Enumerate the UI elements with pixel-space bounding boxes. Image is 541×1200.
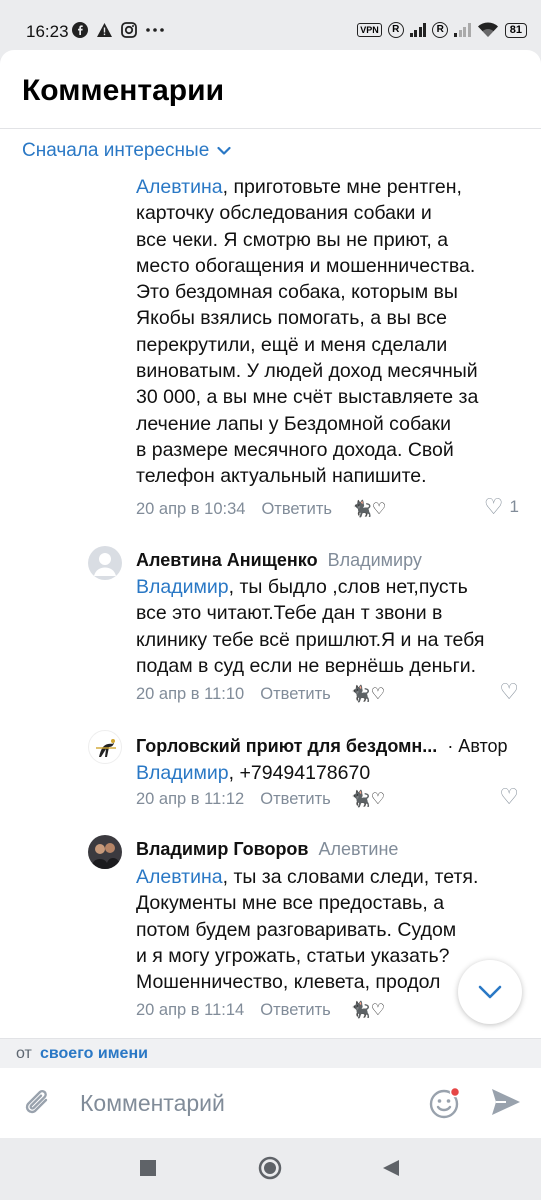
emoji-icon[interactable] [428, 1086, 462, 1120]
comment-meta: 20 апр в 10:34 Ответить 🐈‍⬛♡ [136, 499, 386, 519]
chevron-down-icon [478, 985, 502, 999]
comment-meta: 20 апр в 11:12 Ответить 🐈‍⬛♡ [136, 789, 385, 809]
post-as-prefix: от [16, 1045, 32, 1062]
comment-text: Алевтина, ты за словами следи, тетя. Док… [136, 866, 479, 994]
reply-button[interactable]: Ответить [261, 500, 332, 519]
mention-link[interactable]: Алевтина [136, 176, 223, 198]
comment-meta: 20 апр в 11:10 Ответить 🐈‍⬛♡ [136, 684, 385, 704]
comment-author[interactable]: Владимир Говоров Алевтине [136, 839, 398, 860]
like-button[interactable]: ♡ 1 [484, 496, 519, 518]
home-icon[interactable] [258, 1156, 282, 1180]
like-button[interactable]: ♡ [499, 681, 519, 703]
comment-meta: 20 апр в 11:14 Ответить 🐈‍⬛♡ [136, 1000, 385, 1020]
comment-time: 20 апр в 11:12 [136, 789, 245, 808]
comment-time: 20 апр в 11:14 [136, 1000, 245, 1019]
avatar[interactable] [88, 730, 122, 764]
status-time: 16:23 [26, 22, 69, 41]
comment-time: 20 апр в 11:10 [136, 684, 245, 703]
chevron-down-icon [217, 146, 231, 155]
reply-button[interactable]: Ответить [260, 685, 331, 704]
more-dots-icon [146, 28, 164, 32]
comment-input[interactable]: Комментарий [80, 1090, 225, 1117]
reaction-sticker-icon[interactable]: 🐈‍⬛♡ [351, 1000, 385, 1020]
mention-link[interactable]: Алевтина [136, 866, 223, 888]
vpn-badge: VPN [357, 23, 382, 37]
mention-link[interactable]: Владимир [136, 762, 229, 784]
reply-to: Алевтине [318, 839, 399, 859]
comment-text: Владимир, +79494178670 [136, 762, 371, 784]
sort-label: Сначала интересные [22, 140, 210, 161]
page-title: Комментарии [22, 74, 225, 107]
system-nav-bar [0, 1138, 541, 1200]
post-as-link[interactable]: своего имени [40, 1045, 148, 1063]
paperclip-icon[interactable] [22, 1086, 54, 1120]
comment-composer: Комментарий [0, 1068, 541, 1138]
reaction-sticker-icon[interactable]: 🐈‍⬛♡ [351, 684, 385, 704]
comment-author[interactable]: Алевтина Анищенко Владимиру [136, 550, 422, 571]
comment-time: 20 апр в 10:34 [136, 499, 246, 518]
heart-icon: ♡ [483, 494, 504, 519]
comment-author[interactable]: Горловский приют для бездомн... · Автор [136, 736, 508, 757]
heart-icon: ♡ [499, 784, 519, 809]
reply-button[interactable]: Ответить [260, 1001, 331, 1020]
comment-text: Алевтина, приготовьте мне рентген, карто… [136, 176, 479, 488]
avatar[interactable] [88, 546, 122, 580]
instagram-icon [121, 22, 137, 38]
header-divider [0, 128, 541, 129]
avatar[interactable] [88, 835, 122, 869]
scroll-down-button[interactable] [458, 960, 522, 1024]
roaming-icon: R [387, 22, 404, 38]
roaming-icon-2: R [432, 22, 449, 38]
shelter-logo-icon [96, 739, 116, 757]
heart-icon: ♡ [499, 679, 519, 704]
recent-apps-icon[interactable] [139, 1159, 157, 1177]
reaction-sticker-icon[interactable]: 🐈‍⬛♡ [352, 499, 386, 519]
reply-button[interactable]: Ответить [260, 790, 331, 809]
battery-icon: 81 [504, 22, 527, 38]
mention-link[interactable]: Владимир [136, 576, 229, 598]
signal-icon-2 [454, 23, 471, 37]
sort-dropdown[interactable]: Сначала интересные [22, 140, 231, 162]
send-icon[interactable] [490, 1087, 522, 1117]
comment-text: Владимир, ты быдло ,слов нет,пусть все э… [136, 576, 485, 677]
like-button[interactable]: ♡ [499, 786, 519, 808]
reply-to: Владимиру [327, 550, 422, 570]
user-photo-icon [91, 843, 121, 869]
comments-sheet: Комментарии Сначала интересные Алевтина,… [0, 50, 541, 1130]
warning-icon [97, 23, 112, 37]
back-icon[interactable] [382, 1159, 400, 1177]
wifi-icon [477, 22, 498, 37]
signal-icon [409, 23, 427, 37]
post-as-bar: от своего имени [0, 1038, 541, 1068]
author-badge: · Автор [447, 736, 508, 756]
facebook-icon [72, 22, 88, 38]
like-count: 1 [509, 497, 519, 516]
reaction-sticker-icon[interactable]: 🐈‍⬛♡ [351, 789, 385, 809]
default-user-icon [94, 553, 116, 576]
